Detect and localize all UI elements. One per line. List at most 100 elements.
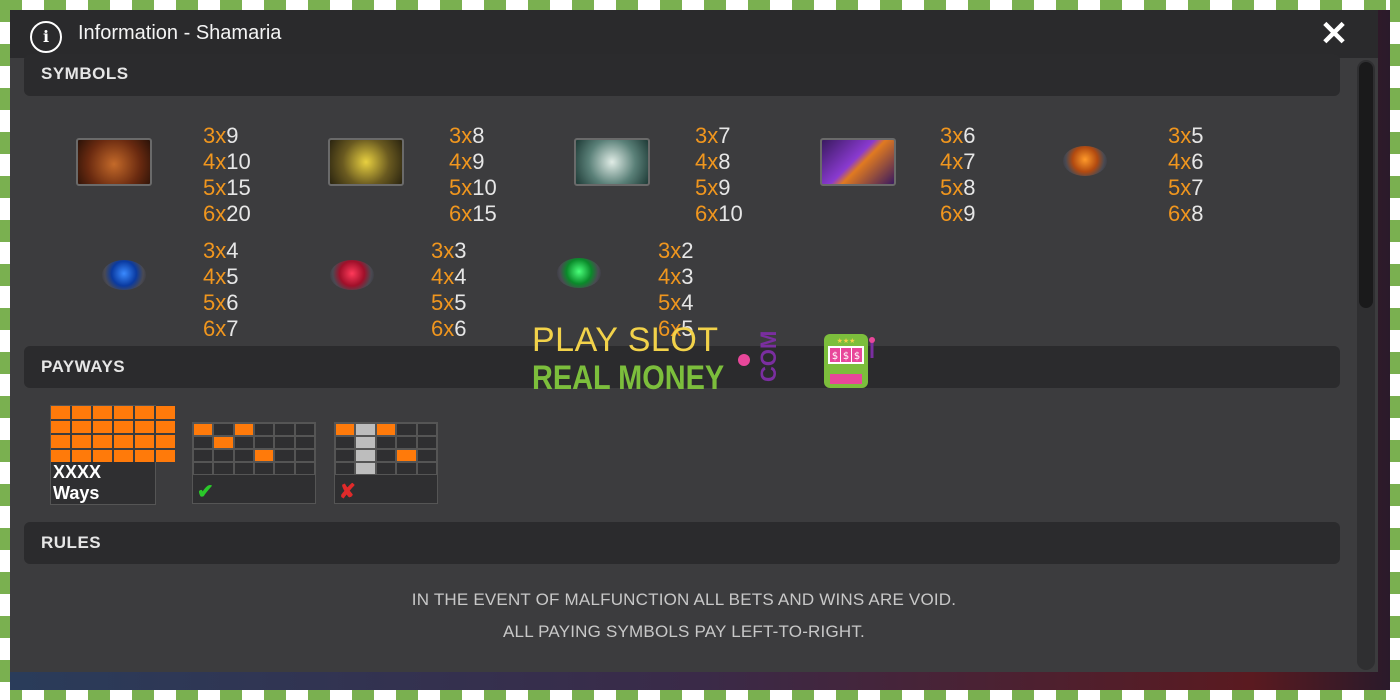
pay-multiplier: 6x (449, 201, 473, 226)
pay-value: 8 (963, 175, 976, 200)
pay-value: 5 (226, 264, 239, 289)
pay-value: 3 (681, 264, 694, 289)
pay-value: 9 (226, 123, 239, 148)
pay-value: 6 (454, 316, 467, 341)
pay-multiplier: 5x (695, 175, 719, 200)
dragon-icon (76, 138, 152, 186)
close-button[interactable]: ✕ (1316, 16, 1352, 52)
pay-multiplier: 3x (658, 238, 682, 263)
pay-multiplier: 6x (1168, 201, 1192, 226)
pay-multiplier: 4x (203, 149, 227, 174)
pay-value: 6 (963, 123, 976, 148)
info-icon: i (30, 21, 62, 53)
pay-value: 7 (718, 123, 731, 148)
paytable-entry: 3x4 (203, 238, 239, 264)
pay-multiplier: 5x (449, 175, 473, 200)
pay-multiplier: 4x (940, 149, 964, 174)
paytable-entry: 4x6 (1168, 149, 1204, 175)
rules-line: IN THE EVENT OF MALFUNCTION ALL BETS AND… (411, 590, 957, 609)
pay-value: 15 (472, 201, 497, 226)
pay-multiplier: 3x (203, 123, 227, 148)
paytable-entry: 6x8 (1168, 201, 1204, 227)
pay-multiplier: 4x (431, 264, 455, 289)
watermark-dot (738, 354, 750, 366)
heart-gem-icon (330, 260, 374, 290)
pay-multiplier: 5x (203, 290, 227, 315)
information-dialog: i Information - Shamaria ✕ SYMBOLS 3x9 4x… (10, 10, 1378, 672)
svg-text:$: $ (854, 351, 860, 362)
section-header-symbols: SYMBOLS (24, 54, 1340, 96)
pay-value: 7 (963, 149, 976, 174)
pay-value: 10 (226, 149, 251, 174)
sword-icon (820, 138, 896, 186)
paytable-entry: 4x9 (449, 149, 485, 175)
paytable-entry: 5x6 (203, 290, 239, 316)
pay-multiplier: 5x (940, 175, 964, 200)
valid-payway-example: ✔ (192, 422, 316, 504)
section-header-rules: RULES (24, 522, 1340, 564)
paytable-entry: 6x20 (203, 201, 251, 227)
pay-value: 4 (226, 238, 239, 263)
paytable-entry: 5x4 (658, 290, 694, 316)
border-top (0, 0, 1400, 10)
paytable-entry: 3x7 (695, 123, 731, 149)
ways-grid (51, 406, 175, 462)
paytable-entry: 4x10 (203, 149, 251, 175)
pay-value: 8 (718, 149, 731, 174)
scrollbar[interactable] (1357, 60, 1375, 670)
paytable-entry: 5x10 (449, 175, 497, 201)
paytable-entry: 3x5 (1168, 123, 1204, 149)
paytable-entry: 5x8 (940, 175, 976, 201)
svg-text:★★★: ★★★ (837, 337, 856, 345)
axe-icon (328, 138, 404, 186)
pay-multiplier: 4x (449, 149, 473, 174)
pay-value: 7 (226, 316, 239, 341)
watermark-line1: PLAY SLOT (532, 321, 719, 359)
border-right (1390, 0, 1400, 700)
pay-multiplier: 5x (658, 290, 682, 315)
rules-line: ALL PAYING SYMBOLS PAY LEFT-TO-RIGHT. (503, 622, 865, 641)
paytable-entry: 6x15 (449, 201, 497, 227)
border-bottom (0, 690, 1400, 700)
paytable-entry: 4x5 (203, 264, 239, 290)
paytable-entry: 6x9 (940, 201, 976, 227)
paytable-entry: 5x15 (203, 175, 251, 201)
pay-value: 10 (718, 201, 743, 226)
pay-value: 5 (1191, 123, 1204, 148)
pay-value: 8 (472, 123, 485, 148)
pay-value: 6 (1191, 149, 1204, 174)
club-gem-icon (1063, 146, 1107, 176)
pay-value: 2 (681, 238, 694, 263)
paytable-entry: 4x4 (431, 264, 467, 290)
diamond-gem-icon (557, 258, 601, 288)
scrollbar-thumb[interactable] (1359, 62, 1373, 308)
dialog-titlebar: i Information - Shamaria ✕ (10, 10, 1378, 58)
pay-multiplier: 6x (203, 201, 227, 226)
pay-multiplier: 3x (1168, 123, 1192, 148)
pay-value: 8 (1191, 201, 1204, 226)
pay-value: 4 (454, 264, 467, 289)
pay-multiplier: 6x (695, 201, 719, 226)
paytable-entry: 6x7 (203, 316, 239, 342)
pay-multiplier: 5x (203, 175, 227, 200)
paytable-entry: 4x3 (658, 264, 694, 290)
pay-multiplier: 3x (449, 123, 473, 148)
watermark-com: COM (756, 330, 781, 382)
paytable-entry: 6x6 (431, 316, 467, 342)
pay-multiplier: 3x (695, 123, 719, 148)
svg-text:$: $ (843, 351, 849, 362)
border-left (0, 0, 10, 700)
pay-multiplier: 3x (431, 238, 455, 263)
pay-multiplier: 4x (695, 149, 719, 174)
paytable-entry: 5x7 (1168, 175, 1204, 201)
pay-value: 4 (681, 290, 694, 315)
paytable-entry: 3x3 (431, 238, 467, 264)
paytable-entry: 4x7 (940, 149, 976, 175)
paytable-entry: 4x8 (695, 149, 731, 175)
cross-icon: ✘ (339, 481, 356, 503)
pay-value: 9 (718, 175, 731, 200)
pay-value: 5 (454, 290, 467, 315)
watermark-line2: REAL MONEY (532, 359, 725, 397)
pay-value: 9 (472, 149, 485, 174)
pay-multiplier: 6x (431, 316, 455, 341)
